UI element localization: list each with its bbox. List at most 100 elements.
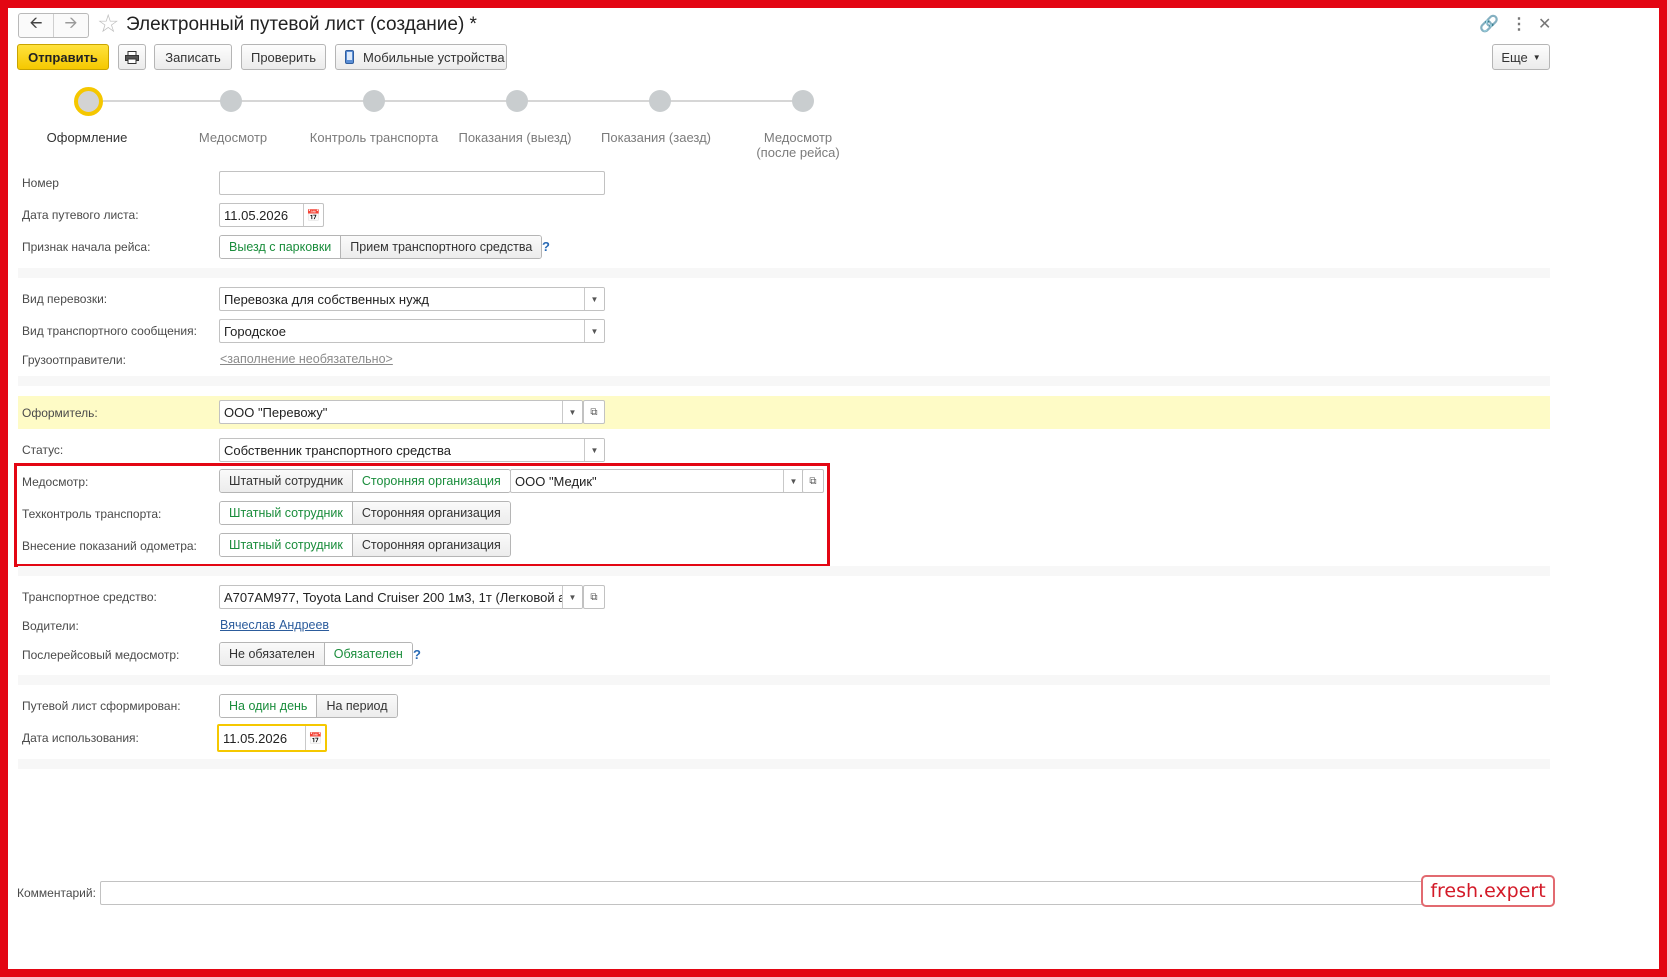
step-dot-3[interactable] — [363, 90, 385, 112]
connection-type-value: Городское — [224, 323, 286, 339]
usage-date-label: Дата использования: — [22, 731, 139, 745]
trip-start-option-parking[interactable]: Выезд с парковки — [220, 236, 341, 258]
section-separator — [18, 675, 1550, 685]
open-issuer-icon[interactable]: ⧉ — [583, 400, 605, 424]
more-button[interactable]: Еще ▼ — [1492, 44, 1550, 70]
printer-icon — [125, 50, 139, 64]
link-icon[interactable]: 🔗 — [1479, 14, 1499, 34]
transport-type-label: Вид перевозки: — [22, 292, 108, 306]
trip-start-label: Признак начала рейса: — [22, 240, 151, 254]
forward-arrow-icon[interactable]: 🡪 — [53, 14, 88, 37]
status-value: Собственник транспортного средства — [224, 442, 451, 458]
calendar-icon[interactable]: 📅 — [303, 204, 323, 226]
watermark-logo: fresh.expert — [1421, 875, 1555, 907]
shippers-link[interactable]: <заполнение необязательно> — [220, 352, 393, 366]
check-button[interactable]: Проверить — [241, 44, 326, 70]
kebab-menu-icon[interactable]: ⋮ — [1511, 14, 1527, 34]
comment-label: Комментарий: — [17, 886, 96, 900]
post-medical-help[interactable]: ? — [413, 647, 421, 662]
date-value: 11.05.2026 — [224, 207, 289, 223]
medical-option-staff[interactable]: Штатный сотрудник — [220, 470, 352, 492]
chevron-down-icon[interactable]: ▼ — [584, 320, 604, 342]
issuer-field[interactable]: ООО "Перевожу" ▼ — [219, 400, 583, 424]
save-button[interactable]: Записать — [154, 44, 232, 70]
close-icon[interactable]: ✕ — [1538, 14, 1551, 34]
mobile-phone-icon — [345, 50, 354, 64]
shippers-label: Грузоотправители: — [22, 353, 126, 367]
techcontrol-selector: Штатный сотрудник Сторонняя организация — [219, 501, 511, 525]
issuer-label: Оформитель: — [22, 406, 98, 420]
step-dot-4[interactable] — [506, 90, 528, 112]
status-label: Статус: — [22, 443, 64, 457]
more-label: Еще — [1501, 49, 1528, 65]
vehicle-field[interactable]: А707АМ977, Toyota Land Cruiser 200 1м3, … — [219, 585, 583, 609]
techcontrol-option-staff[interactable]: Штатный сотрудник — [220, 502, 352, 524]
window-title: Электронный путевой лист (создание) * — [126, 14, 477, 35]
date-field[interactable]: 11.05.2026 📅 — [219, 203, 324, 227]
usage-date-field[interactable]: 11.05.2026 📅 — [217, 724, 327, 752]
open-vehicle-icon[interactable]: ⧉ — [583, 585, 605, 609]
odometer-selector: Штатный сотрудник Сторонняя организация — [219, 533, 511, 557]
chevron-down-icon[interactable]: ▼ — [562, 586, 582, 608]
driver-link[interactable]: Вячеслав Андреев — [220, 618, 329, 632]
form-window: 🡨 🡪 ☆ Электронный путевой лист (создание… — [8, 8, 1659, 969]
mobile-devices-label: Мобильные устройства — [363, 49, 505, 65]
section-separator — [18, 759, 1550, 769]
chevron-down-icon[interactable]: ▼ — [584, 439, 604, 461]
vehicle-value: А707АМ977, Toyota Land Cruiser 200 1м3, … — [224, 589, 583, 605]
step-label-6[interactable]: Медосмотр (после рейса) — [713, 130, 883, 160]
trip-start-option-reception[interactable]: Прием транспортного средства — [340, 236, 542, 258]
number-field[interactable] — [219, 171, 605, 195]
nav-buttons: 🡨 🡪 — [18, 13, 89, 38]
transport-type-value: Перевозка для собственных нужд — [224, 291, 430, 307]
drivers-label: Водители: — [22, 619, 79, 633]
chevron-down-icon[interactable]: ▼ — [584, 288, 604, 310]
techcontrol-label: Техконтроль транспорта: — [22, 507, 162, 521]
chevron-down-icon[interactable]: ▼ — [562, 401, 582, 423]
trip-start-help[interactable]: ? — [542, 239, 550, 254]
odometer-label: Внесение показаний одометра: — [22, 539, 197, 553]
techcontrol-option-external[interactable]: Сторонняя организация — [351, 502, 510, 524]
odometer-option-external[interactable]: Сторонняя организация — [351, 534, 510, 556]
odometer-option-staff[interactable]: Штатный сотрудник — [220, 534, 352, 556]
step-dot-6[interactable] — [792, 90, 814, 112]
formed-option-one-day[interactable]: На один день — [220, 695, 317, 717]
section-separator — [18, 376, 1550, 386]
chevron-down-icon[interactable]: ▼ — [783, 470, 803, 492]
section-separator — [18, 268, 1550, 278]
connection-type-field[interactable]: Городское ▼ — [219, 319, 605, 343]
comment-field[interactable] — [100, 881, 1440, 905]
issuer-value: ООО "Перевожу" — [224, 404, 328, 420]
section-separator — [18, 566, 1550, 576]
transport-type-field[interactable]: Перевозка для собственных нужд ▼ — [219, 287, 605, 311]
send-button[interactable]: Отправить — [17, 44, 109, 70]
medical-org-field[interactable]: ООО "Медик" ▼ — [510, 469, 804, 493]
status-field[interactable]: Собственник транспортного средства ▼ — [219, 438, 605, 462]
print-button[interactable] — [118, 44, 146, 70]
post-medical-selector: Не обязателен Обязателен — [219, 642, 413, 666]
post-medical-label: Послерейсовый медосмотр: — [22, 648, 180, 662]
open-medical-org-icon[interactable]: ⧉ — [802, 469, 824, 493]
medical-selector: Штатный сотрудник Сторонняя организация — [219, 469, 511, 493]
vehicle-label: Транспортное средство: — [22, 590, 157, 604]
step-dot-1[interactable] — [74, 87, 103, 116]
medical-org-value: ООО "Медик" — [515, 473, 597, 489]
post-medical-option-optional[interactable]: Не обязателен — [220, 643, 324, 665]
chevron-down-icon: ▼ — [1532, 52, 1541, 62]
connection-type-label: Вид транспортного сообщения: — [22, 324, 197, 338]
step-dot-2[interactable] — [220, 90, 242, 112]
step-dot-5[interactable] — [649, 90, 671, 112]
medical-option-external[interactable]: Сторонняя организация — [351, 470, 510, 492]
mobile-devices-button[interactable]: Мобильные устройства — [335, 44, 507, 70]
post-medical-option-required[interactable]: Обязателен — [323, 643, 412, 665]
formed-option-period[interactable]: На период — [316, 695, 397, 717]
date-label: Дата путевого листа: — [22, 208, 139, 222]
usage-date-value: 11.05.2026 — [223, 730, 288, 746]
formed-label: Путевой лист сформирован: — [22, 699, 181, 713]
medical-label: Медосмотр: — [22, 475, 89, 489]
calendar-icon[interactable]: 📅 — [305, 726, 325, 750]
star-icon[interactable]: ☆ — [97, 10, 119, 38]
formed-selector: На один день На период — [219, 694, 398, 718]
back-arrow-icon[interactable]: 🡨 — [19, 14, 53, 37]
trip-start-selector: Выезд с парковки Прием транспортного сре… — [219, 235, 543, 259]
